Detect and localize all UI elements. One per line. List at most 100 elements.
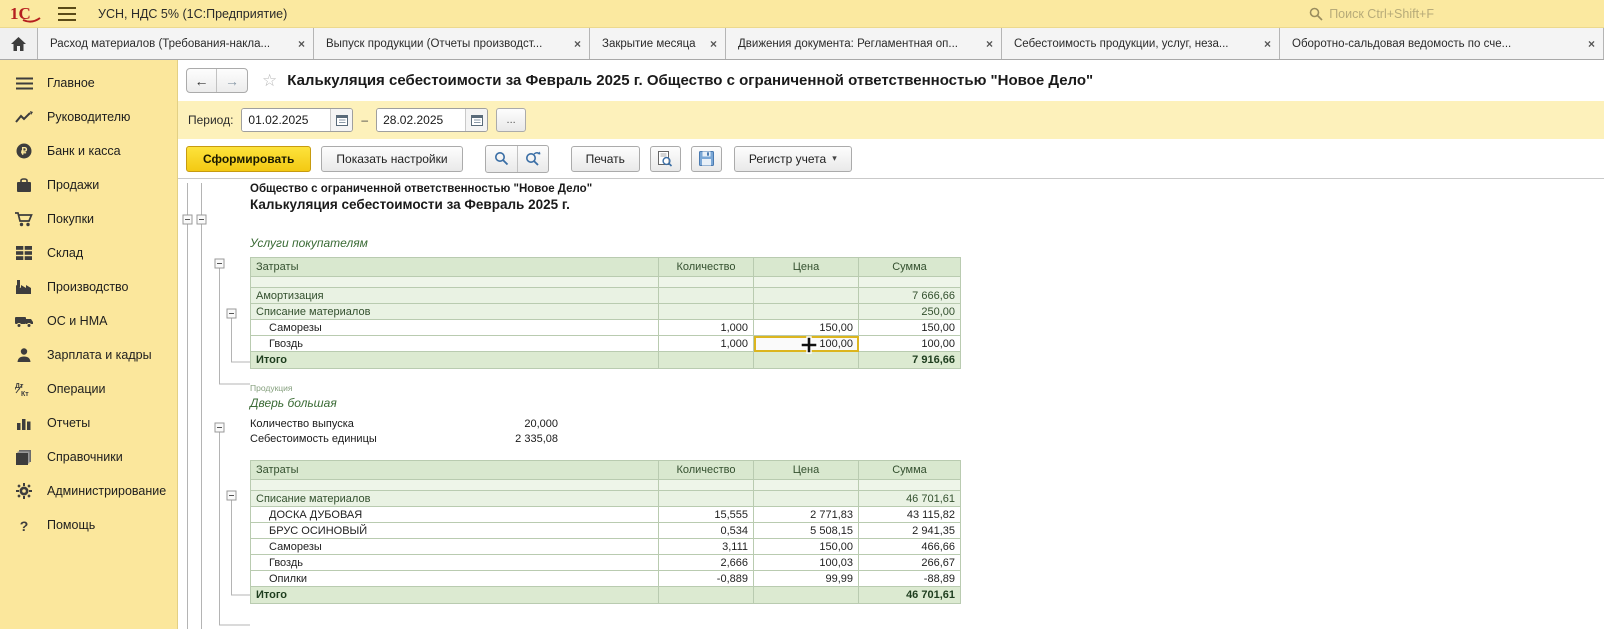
- collapse-toggle[interactable]: [183, 215, 236, 500]
- price-cell[interactable]: 100,03: [754, 555, 859, 571]
- sidebar-item-4[interactable]: Покупки: [0, 202, 177, 236]
- sum-cell[interactable]: 466,66: [859, 539, 961, 555]
- generate-button[interactable]: Сформировать: [186, 146, 311, 172]
- home-button[interactable]: [0, 28, 38, 59]
- row-label-cell[interactable]: Гвоздь: [251, 555, 659, 571]
- qty-cell[interactable]: 0,534: [659, 523, 754, 539]
- sum-cell[interactable]: 7 916,66: [859, 352, 961, 369]
- price-cell[interactable]: [754, 288, 859, 304]
- back-button[interactable]: ←: [187, 69, 217, 92]
- period-from-input[interactable]: [242, 109, 330, 131]
- top-bar: 1С УСН, НДС 5% (1С:Предприятие) Поиск Ct…: [0, 0, 1604, 28]
- price-cell[interactable]: 99,99: [754, 571, 859, 587]
- tab-close-icon[interactable]: ×: [986, 37, 993, 51]
- tab-1[interactable]: Выпуск продукции (Отчеты производст...×: [314, 28, 590, 59]
- table-row: БРУС ОСИНОВЫЙ0,5345 508,152 941,35: [251, 523, 961, 539]
- period-more-button[interactable]: ...: [496, 108, 526, 132]
- row-label-cell[interactable]: Амортизация: [251, 288, 659, 304]
- qty-cell[interactable]: [659, 288, 754, 304]
- forward-button[interactable]: →: [217, 69, 247, 92]
- print-button[interactable]: Печать: [571, 146, 640, 172]
- sidebar-item-6[interactable]: Производство: [0, 270, 177, 304]
- show-settings-button[interactable]: Показать настройки: [321, 146, 462, 172]
- find-button[interactable]: [486, 146, 517, 172]
- sum-cell[interactable]: 43 115,82: [859, 507, 961, 523]
- price-cell[interactable]: [754, 587, 859, 604]
- sidebar-item-8[interactable]: Зарплата и кадры: [0, 338, 177, 372]
- qty-cell[interactable]: 3,111: [659, 539, 754, 555]
- sum-cell[interactable]: 266,67: [859, 555, 961, 571]
- period-to-input[interactable]: [377, 109, 465, 131]
- price-cell[interactable]: [754, 304, 859, 320]
- sidebar-item-1[interactable]: Руководителю: [0, 100, 177, 134]
- price-cell[interactable]: 2 771,83: [754, 507, 859, 523]
- tab-3[interactable]: Движения документа: Регламентная оп...×: [726, 28, 1002, 59]
- price-cell[interactable]: [754, 491, 859, 507]
- sum-cell[interactable]: -88,89: [859, 571, 961, 587]
- save-button[interactable]: [691, 146, 722, 172]
- qty-cell[interactable]: 2,666: [659, 555, 754, 571]
- sidebar-item-12[interactable]: Администрирование: [0, 474, 177, 508]
- row-label-cell[interactable]: Гвоздь: [251, 336, 659, 352]
- price-cell[interactable]: 150,00: [754, 539, 859, 555]
- row-label-cell[interactable]: БРУС ОСИНОВЫЙ: [251, 523, 659, 539]
- row-label-cell[interactable]: Итого: [251, 352, 659, 369]
- row-label-cell[interactable]: Списание материалов: [251, 304, 659, 320]
- price-cell-selected[interactable]: 100,00: [754, 336, 859, 352]
- register-dropdown[interactable]: Регистр учета ▾: [734, 146, 852, 172]
- tab-4[interactable]: Себестоимость продукции, услуг, неза...×: [1002, 28, 1280, 59]
- sum-cell[interactable]: 7 666,66: [859, 288, 961, 304]
- sidebar-item-10[interactable]: Отчеты: [0, 406, 177, 440]
- price-cell[interactable]: 5 508,15: [754, 523, 859, 539]
- sidebar-item-2[interactable]: ₽Банк и касса: [0, 134, 177, 168]
- info-value[interactable]: 2 335,08: [460, 433, 558, 445]
- sidebar-item-7[interactable]: ОС и НМА: [0, 304, 177, 338]
- tab-2[interactable]: Закрытие месяца×: [590, 28, 726, 59]
- qty-cell[interactable]: [659, 304, 754, 320]
- calendar-button[interactable]: [330, 109, 352, 131]
- tab-close-icon[interactable]: ×: [298, 37, 305, 51]
- sidebar-item-3[interactable]: Продажи: [0, 168, 177, 202]
- main-menu-icon[interactable]: [58, 7, 76, 21]
- qty-cell[interactable]: -0,889: [659, 571, 754, 587]
- section1-name[interactable]: Услуги покупателям: [250, 236, 961, 250]
- sum-cell[interactable]: 150,00: [859, 320, 961, 336]
- price-cell[interactable]: 150,00: [754, 320, 859, 336]
- sum-cell[interactable]: 2 941,35: [859, 523, 961, 539]
- tab-close-icon[interactable]: ×: [710, 37, 717, 51]
- tab-0[interactable]: Расход материалов (Требования-накла...×: [38, 28, 314, 59]
- tab-close-icon[interactable]: ×: [1588, 37, 1595, 51]
- row-label-cell[interactable]: Опилки: [251, 571, 659, 587]
- tab-close-icon[interactable]: ×: [1264, 37, 1271, 51]
- favorite-star-icon[interactable]: ☆: [262, 71, 277, 91]
- section2-name[interactable]: Дверь большая: [250, 396, 961, 410]
- sum-cell[interactable]: 250,00: [859, 304, 961, 320]
- find-next-button[interactable]: [517, 146, 548, 172]
- sidebar-item-5[interactable]: Склад: [0, 236, 177, 270]
- qty-cell[interactable]: 1,000: [659, 336, 754, 352]
- sidebar-item-11[interactable]: Справочники: [0, 440, 177, 474]
- info-value[interactable]: 20,000: [460, 418, 558, 430]
- qty-cell[interactable]: 15,555: [659, 507, 754, 523]
- row-label-cell[interactable]: Саморезы: [251, 320, 659, 336]
- row-label-cell[interactable]: Саморезы: [251, 539, 659, 555]
- row-label-cell[interactable]: ДОСКА ДУБОВАЯ: [251, 507, 659, 523]
- print-preview-button[interactable]: [650, 146, 681, 172]
- calendar-button[interactable]: [465, 109, 487, 131]
- sidebar-item-9[interactable]: ДтКтОперации: [0, 372, 177, 406]
- sum-cell[interactable]: 46 701,61: [859, 587, 961, 604]
- qty-cell[interactable]: [659, 352, 754, 369]
- row-label-cell[interactable]: Списание материалов: [251, 491, 659, 507]
- tab-5[interactable]: Оборотно-сальдовая ведомость по сче...×: [1280, 28, 1604, 59]
- qty-cell[interactable]: 1,000: [659, 320, 754, 336]
- sum-cell[interactable]: 46 701,61: [859, 491, 961, 507]
- qty-cell[interactable]: [659, 587, 754, 604]
- sum-cell[interactable]: 100,00: [859, 336, 961, 352]
- qty-cell[interactable]: [659, 491, 754, 507]
- sidebar-item-0[interactable]: Главное: [0, 66, 177, 100]
- sidebar-item-13[interactable]: ?Помощь: [0, 508, 177, 542]
- price-cell[interactable]: [754, 352, 859, 369]
- tab-close-icon[interactable]: ×: [574, 37, 581, 51]
- row-label-cell[interactable]: Итого: [251, 587, 659, 604]
- global-search[interactable]: Поиск Ctrl+Shift+F: [1309, 7, 1594, 21]
